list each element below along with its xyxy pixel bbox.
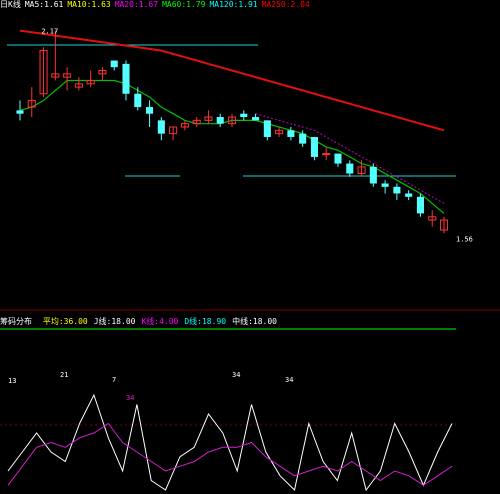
indicator-item: 中线:18.00 xyxy=(232,317,277,326)
indicator-item: 平均:36.00 xyxy=(42,317,88,326)
candle-body xyxy=(16,110,24,114)
candle-body xyxy=(157,120,165,134)
high-price-label: 2.17 xyxy=(41,28,58,36)
candle-body xyxy=(405,193,413,197)
candle-body xyxy=(252,117,260,121)
indicator-item: J线:18.00 xyxy=(93,317,136,326)
indicator-peak-label: 34 xyxy=(232,371,240,379)
indicator-peak-label: 21 xyxy=(60,371,68,379)
indicator-item: K线:4.00 xyxy=(141,317,179,326)
candle-body xyxy=(393,186,401,194)
candle-body xyxy=(122,63,130,94)
candle-body xyxy=(416,196,424,214)
candle-body xyxy=(310,136,318,157)
indicator-peak-label: 34 xyxy=(285,376,293,384)
candle-body xyxy=(369,166,377,184)
candle-body xyxy=(287,130,295,137)
chart-canvas: 2.17 1.56 13 21 7 34 34 34 xyxy=(0,28,500,492)
candle-body xyxy=(146,107,154,114)
indicator-legend: 筹码分布 平均:36.00 J线:18.00 K线:4.00 D线:18.90 中线:1… xyxy=(0,317,289,327)
indicator-item: D线:18.90 xyxy=(184,317,227,326)
chart-area: 日K线 MA5:1.61 MA10:1.63 MA20:1.67 MA60:1.79 MA… xyxy=(0,0,500,494)
indicator-name: 筹码分布 xyxy=(0,317,32,326)
candle-body xyxy=(346,163,354,174)
candle-body xyxy=(110,60,118,68)
candle-body xyxy=(322,153,331,156)
ma-mid-line xyxy=(255,113,445,204)
candle-body xyxy=(134,93,142,108)
candle-body xyxy=(216,117,224,124)
candle-body xyxy=(240,113,248,118)
ma-short-line xyxy=(19,79,445,214)
candle-body xyxy=(381,183,389,187)
candle-body xyxy=(334,153,342,164)
indicator-peak-label: 7 xyxy=(112,376,116,384)
candle-body xyxy=(263,120,271,137)
low-price-label: 1.56 xyxy=(456,235,473,243)
indicator-j-line xyxy=(7,393,453,492)
candle-body xyxy=(299,133,307,144)
indicator-marker-label: 34 xyxy=(126,394,134,402)
indicator-peak-label: 13 xyxy=(8,377,16,385)
